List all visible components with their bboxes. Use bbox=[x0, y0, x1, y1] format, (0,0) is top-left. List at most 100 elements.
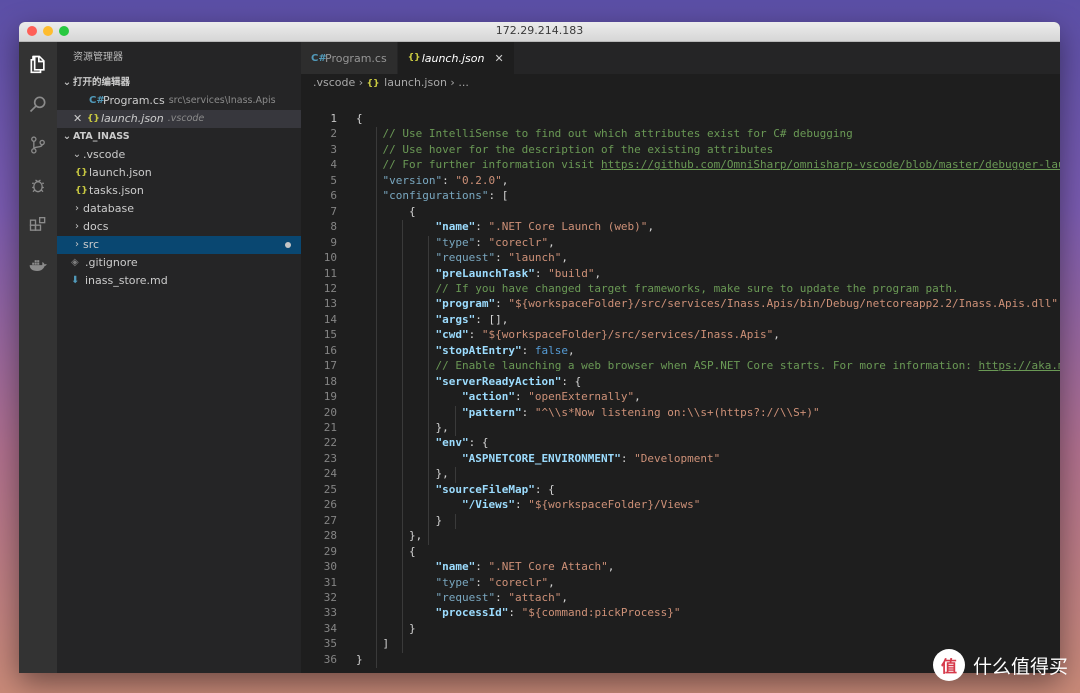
source-control-icon[interactable] bbox=[28, 135, 48, 155]
json-file-icon: {} bbox=[75, 186, 88, 196]
activity-bar bbox=[19, 42, 57, 673]
tree-item-file[interactable]: ⬇ inass_store.md bbox=[57, 272, 301, 290]
editor-area: C# Program.cs {} launch.json ✕ .vscode ›… bbox=[301, 42, 1060, 673]
debug-icon[interactable] bbox=[28, 175, 48, 195]
explorer-sidebar: 资源管理器 ⌄ 打开的编辑器 C# Program.cs src\service… bbox=[57, 42, 301, 673]
tree-item-folder[interactable]: › src bbox=[57, 236, 301, 254]
line-number: 29 bbox=[323, 544, 337, 558]
indent-guide bbox=[455, 513, 456, 530]
line-number: 18 bbox=[323, 374, 337, 388]
line-number: 11 bbox=[323, 266, 337, 280]
line-number: 34 bbox=[323, 621, 337, 635]
line-number: 10 bbox=[323, 251, 337, 265]
code-line: ] bbox=[356, 637, 390, 651]
extensions-icon[interactable] bbox=[28, 216, 48, 236]
line-number: 23 bbox=[323, 451, 337, 465]
line-number: 2 bbox=[330, 127, 337, 141]
code-line: "type": "coreclr", bbox=[435, 575, 555, 589]
code-line: { bbox=[356, 204, 416, 218]
code-line: }, bbox=[356, 421, 449, 434]
line-number: 12 bbox=[323, 281, 337, 295]
line-number: 30 bbox=[323, 560, 337, 574]
window-title: 172.29.214.183 bbox=[495, 24, 584, 37]
code-line: "name": ".NET Core Attach", bbox=[435, 560, 615, 574]
code-line: }, bbox=[356, 529, 423, 543]
project-section[interactable]: ⌄ ATA_INASS bbox=[57, 128, 301, 146]
open-editor-name: Program.cs bbox=[103, 94, 165, 107]
tree-item-label: database bbox=[83, 202, 134, 215]
code-line: // Use IntelliSense to find out which at… bbox=[382, 127, 853, 141]
line-number: 33 bbox=[323, 606, 337, 620]
tree-item-folder[interactable]: › database bbox=[57, 200, 301, 218]
code-line: { bbox=[356, 112, 363, 125]
code-line: } bbox=[356, 652, 363, 666]
tab-launch-json[interactable]: {} launch.json ✕ bbox=[397, 42, 515, 74]
code-line: "preLaunchTask": "build", bbox=[435, 266, 602, 280]
code-line: // Enable launching a web browser when A… bbox=[435, 359, 1060, 373]
line-number: 7 bbox=[330, 204, 337, 218]
tree-item-file[interactable]: {} tasks.json bbox=[57, 182, 301, 200]
code-line: // If you have changed target frameworks… bbox=[435, 281, 959, 295]
breadcrumb-item[interactable]: ... bbox=[458, 76, 469, 89]
line-number: 15 bbox=[323, 328, 337, 342]
line-number: 14 bbox=[323, 312, 337, 326]
line-number: 21 bbox=[323, 421, 337, 434]
title-bar: 172.29.214.183 bbox=[19, 22, 1060, 42]
watermark-logo-icon: 值 bbox=[932, 649, 965, 681]
line-number: 5 bbox=[330, 173, 337, 187]
open-editors-header: 打开的编辑器 bbox=[73, 77, 131, 88]
explorer-title: 资源管理器 bbox=[73, 52, 123, 63]
chevron-right-icon: › bbox=[75, 221, 79, 232]
csharp-file-icon: C# bbox=[89, 95, 105, 106]
breadcrumb-item[interactable]: launch.json bbox=[384, 76, 447, 89]
json-file-icon: {} bbox=[366, 79, 380, 89]
tree-item-file[interactable]: {} launch.json bbox=[57, 164, 301, 182]
code-line: "pattern": "^\\s*Now listening on:\\s+(h… bbox=[461, 405, 820, 419]
open-editor-path: src\services\Inass.Apis bbox=[168, 95, 276, 106]
chevron-right-icon: › bbox=[75, 203, 79, 214]
code-editor[interactable]: 1 {2 // Use IntelliSense to find out whic… bbox=[301, 108, 1060, 673]
tree-item-folder[interactable]: › docs bbox=[57, 218, 301, 236]
open-editors-section[interactable]: ⌄ 打开的编辑器 bbox=[57, 74, 301, 92]
modified-dot-icon bbox=[285, 242, 291, 248]
code-line: "processId": "${command:pickProcess}" bbox=[435, 606, 681, 620]
code-line: }, bbox=[356, 467, 449, 481]
tab-label: launch.json bbox=[421, 51, 485, 65]
code-line: "configurations": [ bbox=[382, 189, 509, 203]
explorer-icon[interactable] bbox=[28, 54, 48, 74]
tree-item-label: docs bbox=[83, 220, 109, 233]
line-number: 3 bbox=[330, 142, 337, 156]
open-editor-name: launch.json bbox=[101, 112, 164, 125]
indent-guide bbox=[455, 467, 456, 483]
tab-bar: C# Program.cs {} launch.json ✕ bbox=[301, 42, 1060, 74]
close-icon[interactable]: ✕ bbox=[494, 52, 503, 65]
close-icon[interactable]: ✕ bbox=[73, 110, 87, 128]
line-number: 17 bbox=[323, 359, 337, 373]
line-number: 31 bbox=[323, 575, 337, 589]
tree-item-label: tasks.json bbox=[89, 184, 144, 197]
code-line: "name": ".NET Core Launch (web)", bbox=[435, 220, 655, 234]
code-line: "stopAtEntry": false, bbox=[435, 343, 575, 357]
open-editor-item[interactable]: ✕ {} launch.json .vscode bbox=[57, 110, 301, 128]
line-number: 27 bbox=[323, 513, 337, 527]
docker-icon[interactable] bbox=[28, 256, 48, 276]
tree-item-file[interactable]: ◈ .gitignore bbox=[57, 254, 301, 272]
search-icon[interactable] bbox=[28, 94, 48, 114]
json-file-icon: {} bbox=[75, 168, 88, 178]
breadcrumb-item[interactable]: .vscode bbox=[313, 76, 355, 89]
line-number: 24 bbox=[323, 467, 337, 481]
tree-item-label: .gitignore bbox=[85, 256, 138, 269]
open-editor-item[interactable]: C# Program.cs src\services\Inass.Apis bbox=[57, 92, 301, 110]
code-line: "sourceFileMap": { bbox=[435, 482, 555, 496]
tree-item-label: src bbox=[83, 238, 100, 251]
line-number: 25 bbox=[323, 482, 337, 496]
tree-item-folder[interactable]: ⌄ .vscode bbox=[57, 146, 301, 164]
git-file-icon: ◈ bbox=[71, 257, 79, 268]
open-editor-path: .vscode bbox=[167, 113, 205, 124]
line-number: 36 bbox=[323, 652, 337, 666]
line-number: 6 bbox=[330, 189, 337, 203]
line-number: 8 bbox=[330, 220, 337, 234]
tab-program-cs[interactable]: C# Program.cs bbox=[301, 42, 398, 74]
json-file-icon: {} bbox=[407, 53, 421, 63]
code-line: "request": "attach", bbox=[435, 590, 568, 604]
